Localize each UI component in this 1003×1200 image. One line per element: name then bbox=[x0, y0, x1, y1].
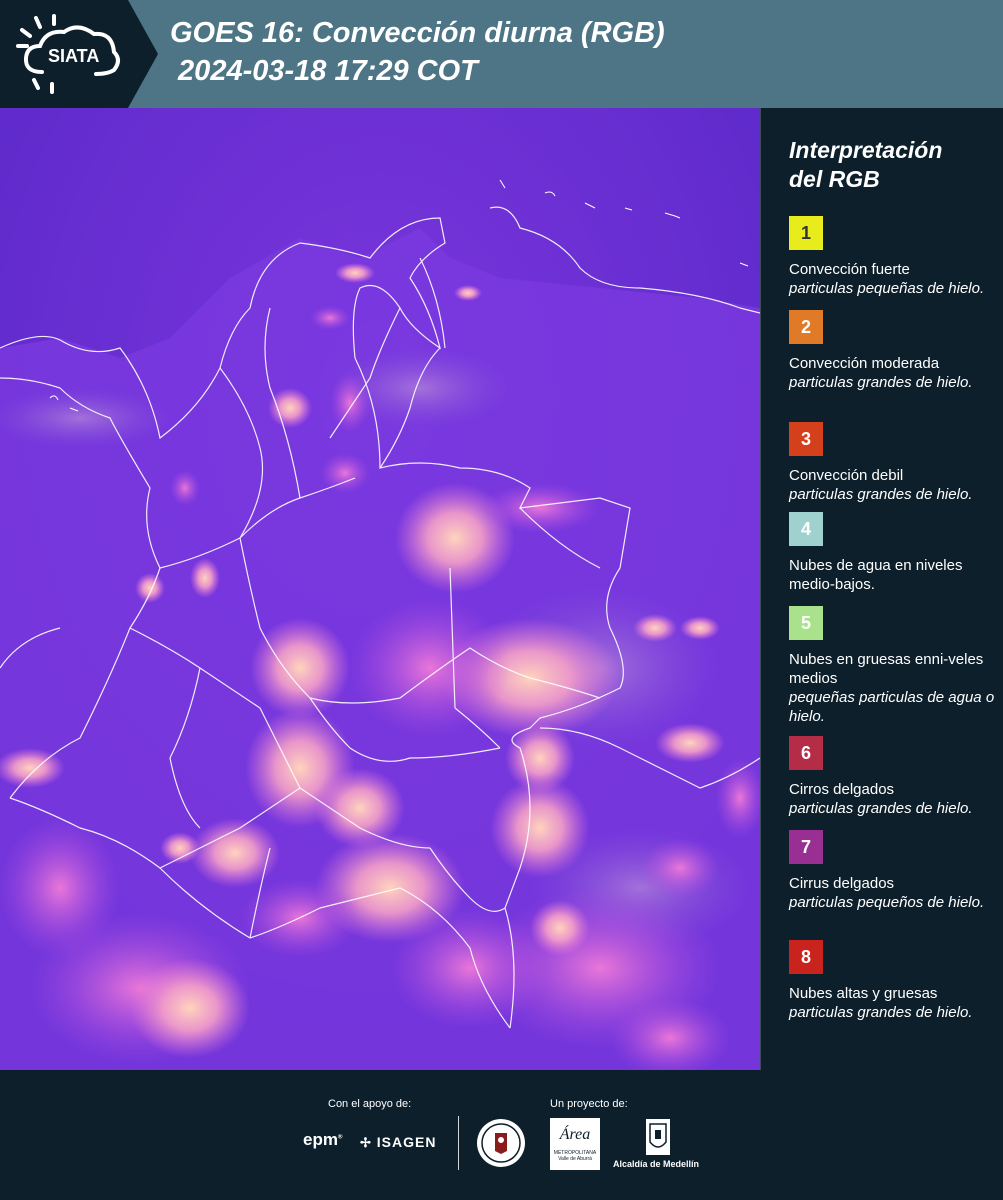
legend-swatch-2: 2 bbox=[789, 310, 823, 344]
legend-number-7: 7 bbox=[800, 836, 811, 857]
legend-number-4: 4 bbox=[800, 518, 811, 539]
legend-desc-3: particulas grandes de hielo. bbox=[789, 486, 973, 503]
legend-swatch-1: 1 bbox=[789, 216, 823, 250]
legend-swatch-5: 5 bbox=[789, 606, 823, 640]
legend-number-3: 3 bbox=[800, 428, 811, 449]
epm-logo-text: epm bbox=[303, 1130, 338, 1149]
page-title: GOES 16: Convección diurna (RGB) 2024-03… bbox=[170, 14, 665, 90]
legend-item-1: 1 Convección fuerte particulas pequeñas … bbox=[789, 216, 999, 298]
legend-desc-5: pequeñas particulas de agua o hielo. bbox=[789, 689, 995, 725]
legend-swatch-8: 8 bbox=[789, 940, 823, 974]
area-logo-text: Área bbox=[559, 1126, 591, 1143]
footer-divider bbox=[458, 1116, 459, 1170]
legend-number-8: 8 bbox=[800, 946, 811, 967]
legend-label-1: Convección fuerte bbox=[789, 261, 910, 278]
legend-item-8: 8 Nubes altas y gruesas particulas grand… bbox=[789, 940, 999, 1022]
legend-number-5: 5 bbox=[800, 612, 811, 633]
satellite-image bbox=[0, 108, 760, 1070]
legend-desc-6: particulas grandes de hielo. bbox=[789, 800, 973, 817]
legend-label-4: Nubes de agua en niveles medio-bajos. bbox=[789, 557, 963, 593]
legend-item-6: 6 Cirros delgados particulas grandes de … bbox=[789, 736, 999, 818]
alcaldia-medellin-logo[interactable]: Alcaldía de Medellín bbox=[613, 1159, 699, 1169]
legend-panel: Interpretación del RGB 1 Convección fuer… bbox=[760, 108, 1003, 1070]
legend-desc-7: particulas pequeños de hielo. bbox=[789, 894, 985, 911]
legend-number-1: 1 bbox=[800, 222, 811, 243]
footer: Con el apoyo de: Un proyecto de: epm® ✢ … bbox=[0, 1070, 1003, 1200]
title-line-2: 2024-03-18 17:29 COT bbox=[170, 55, 478, 87]
satellite-map[interactable] bbox=[0, 108, 761, 1070]
legend-number-2: 2 bbox=[800, 316, 811, 337]
legend-label-5: Nubes en gruesas enni-veles medios bbox=[789, 651, 984, 687]
legend-number-6: 6 bbox=[800, 742, 811, 763]
legend-title-line-2: del RGB bbox=[789, 166, 880, 192]
legend-swatch-4: 4 bbox=[789, 512, 823, 546]
legend-item-3: 3 Convección debil particulas grandes de… bbox=[789, 422, 999, 504]
title-line-1: GOES 16: Convección diurna (RGB) bbox=[170, 17, 665, 49]
legend-label-7: Cirrus delgados bbox=[789, 875, 895, 892]
legend-item-4: 4 Nubes de agua en niveles medio-bajos. bbox=[789, 512, 999, 594]
legend-swatch-7: 7 bbox=[789, 830, 823, 864]
legend-label-8: Nubes altas y gruesas bbox=[789, 985, 938, 1002]
area-metropolitana-logo[interactable]: Área METROPOLITANA Valle de Aburrá bbox=[550, 1118, 600, 1170]
university-seal-icon[interactable] bbox=[476, 1118, 526, 1168]
header-bar: SIATA GOES 16: Convección diurna (RGB) 2… bbox=[0, 0, 1003, 108]
isagen-logo[interactable]: ✢ ISAGEN bbox=[360, 1134, 436, 1151]
isagen-logo-text: ISAGEN bbox=[376, 1134, 437, 1150]
isagen-icon: ✢ bbox=[360, 1135, 372, 1150]
legend-label-2: Convección moderada bbox=[789, 355, 940, 372]
support-label: Con el apoyo de: bbox=[328, 1098, 412, 1110]
legend-item-2: 2 Convección moderada particulas grandes… bbox=[789, 310, 999, 392]
legend-desc-2: particulas grandes de hielo. bbox=[789, 374, 973, 391]
area-logo-sub2: Valle de Aburrá bbox=[558, 1156, 592, 1162]
legend-desc-8: particulas grandes de hielo. bbox=[789, 1004, 973, 1021]
project-label: Un proyecto de: bbox=[550, 1098, 628, 1110]
legend-desc-1: particulas pequeñas de hielo. bbox=[789, 280, 985, 297]
legend-label-6: Cirros delgados bbox=[789, 781, 895, 798]
siata-logo: SIATA bbox=[0, 0, 158, 108]
legend-item-7: 7 Cirrus delgados particulas pequeños de… bbox=[789, 830, 999, 912]
medellin-shield-icon bbox=[646, 1119, 670, 1155]
legend-swatch-6: 6 bbox=[789, 736, 823, 770]
legend-title-line-1: Interpretación bbox=[789, 137, 943, 163]
legend-swatch-3: 3 bbox=[789, 422, 823, 456]
epm-logo[interactable]: epm® bbox=[303, 1130, 342, 1150]
siata-logo-text: SIATA bbox=[48, 46, 99, 66]
legend-item-5: 5 Nubes en gruesas enni-veles medios peq… bbox=[789, 606, 999, 726]
legend-label-3: Convección debil bbox=[789, 467, 904, 484]
legend-title: Interpretación del RGB bbox=[789, 136, 942, 194]
